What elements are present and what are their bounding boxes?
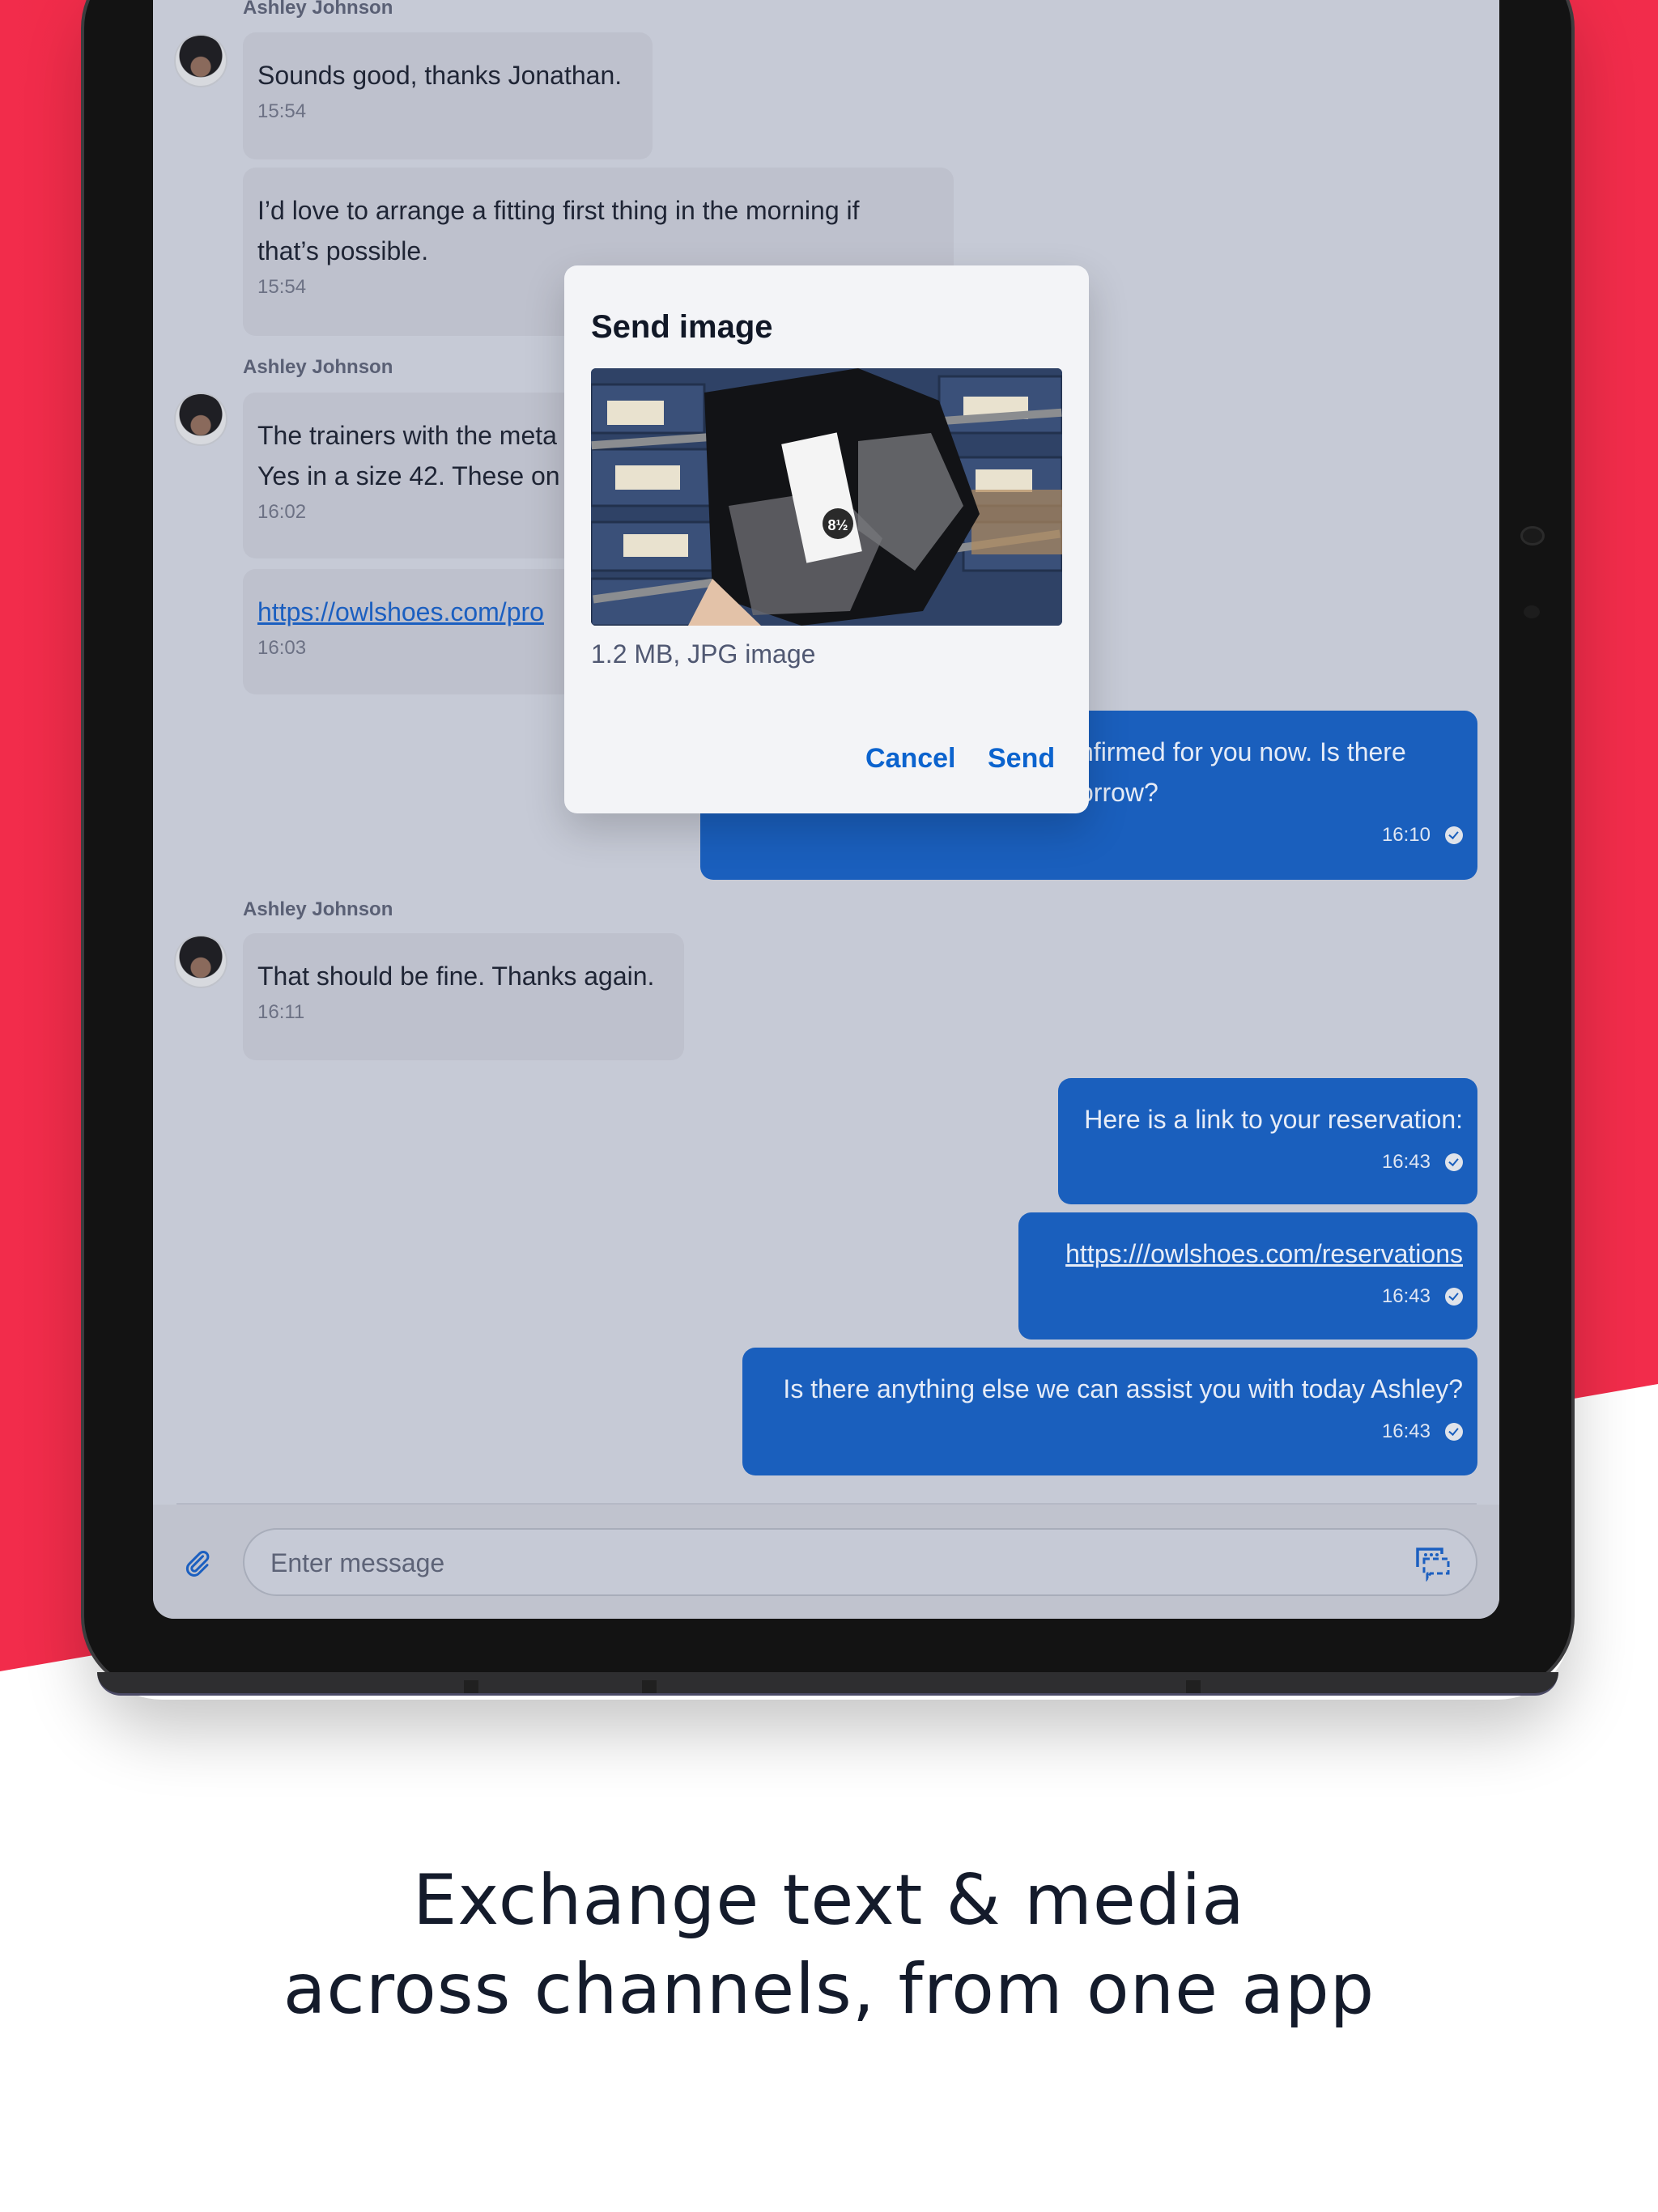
message-link[interactable]: https:///owlshoes.com/reservations xyxy=(1065,1239,1463,1268)
chat-bubbles-icon[interactable] xyxy=(1413,1544,1452,1582)
delivered-check-icon xyxy=(1445,1423,1463,1441)
message-time: 16:43 xyxy=(1381,1285,1431,1307)
message-text: I’d love to arrange a fitting first thin… xyxy=(257,196,860,265)
delivered-check-icon xyxy=(1445,1153,1463,1171)
tablet-port xyxy=(642,1680,657,1693)
sender-name: Ashley Johnson xyxy=(243,356,393,378)
dialog-title: Send image xyxy=(591,309,773,345)
sensor-icon xyxy=(1524,605,1540,618)
message-bubble-sent[interactable]: Here is a link to your reservation: 16:4… xyxy=(1058,1078,1477,1204)
image-preview: 8½ xyxy=(591,368,1062,626)
message-time: 16:43 xyxy=(1381,1420,1431,1442)
message-time: 15:54 xyxy=(257,100,307,122)
message-time: 16:11 xyxy=(257,1001,305,1023)
message-bubble-sent[interactable]: https:///owlshoes.com/reservations 16:43 xyxy=(1018,1212,1477,1340)
message-bubble-received[interactable]: Sounds good, thanks Jonathan. 15:54 xyxy=(243,32,653,159)
message-bubble-received[interactable]: That should be fine. Thanks again. 16:11 xyxy=(243,933,684,1060)
cancel-button[interactable]: Cancel xyxy=(865,743,956,775)
tablet-bottom-edge xyxy=(97,1672,1558,1696)
composer-divider xyxy=(176,1503,1477,1505)
camera-icon xyxy=(1520,526,1545,546)
file-meta: 1.2 MB, JPG image xyxy=(591,639,816,669)
message-bubble-sent[interactable]: Is there anything else we can assist you… xyxy=(742,1348,1477,1475)
send-image-dialog: Send image 8½ 1.2 MB, JPG image Cancel S… xyxy=(564,265,1089,813)
tablet-port xyxy=(464,1680,478,1693)
paperclip-icon[interactable] xyxy=(181,1548,213,1580)
message-time: 16:43 xyxy=(1381,1151,1431,1173)
sender-name: Ashley Johnson xyxy=(243,898,393,920)
send-button[interactable]: Send xyxy=(988,743,1055,775)
message-input-container xyxy=(243,1528,1477,1596)
message-text: Sounds good, thanks Jonathan. xyxy=(257,61,623,90)
message-time: 16:10 xyxy=(1381,824,1431,846)
delivered-check-icon xyxy=(1445,1288,1463,1306)
message-link[interactable]: https://owlshoes.com/pro xyxy=(257,597,544,626)
tablet-port xyxy=(1186,1680,1201,1693)
message-text: Is there anything else we can assist you… xyxy=(783,1374,1463,1403)
delivered-check-icon xyxy=(1445,826,1463,844)
message-text: That should be fine. Thanks again. xyxy=(257,962,655,991)
sender-name: Ashley Johnson xyxy=(243,0,393,19)
size-tag-label: 8½ xyxy=(827,517,848,533)
caption-line-2: across channels, from one app xyxy=(283,1949,1375,2030)
caption-line-1: Exchange text & media xyxy=(413,1860,1245,1941)
avatar xyxy=(174,34,227,87)
message-input[interactable] xyxy=(269,1530,1389,1596)
message-text: Here is a link to your reservation: xyxy=(1084,1105,1463,1134)
avatar xyxy=(174,393,227,446)
avatar xyxy=(174,935,227,988)
